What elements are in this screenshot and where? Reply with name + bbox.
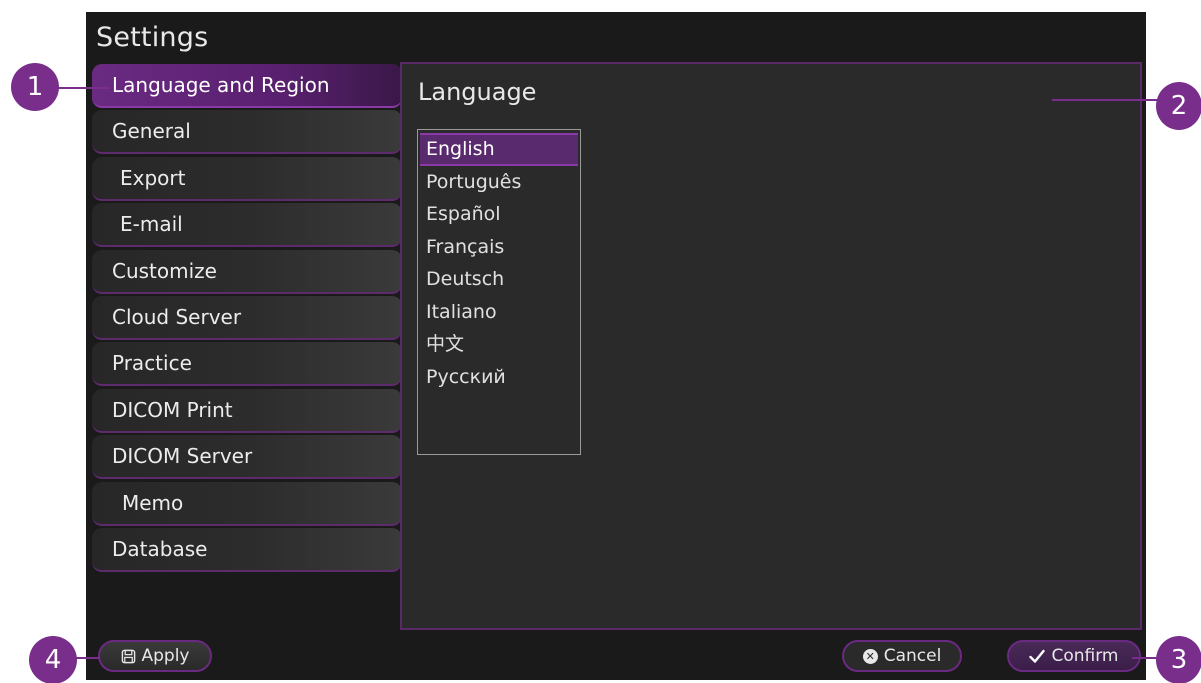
language-option-german[interactable]: Deutsch [420,263,578,296]
sidebar-item-label: Cloud Server [112,304,242,329]
callout-marker-3: 3 [1156,636,1201,683]
sidebar-item-dicom-server[interactable]: DICOM Server [92,435,402,480]
sidebar-item-email[interactable]: E-mail [92,203,402,248]
sidebar-item-database[interactable]: Database [92,527,402,572]
checkmark-icon [1029,649,1046,664]
sidebar-item-label: Database [112,536,208,561]
callout-leader-4 [76,657,100,659]
language-option-french[interactable]: Français [420,231,578,264]
settings-window: Settings Language and Region General Exp… [86,12,1146,680]
language-panel: Language English Português Español Franç… [400,62,1142,630]
callout-leader-3 [1132,657,1158,659]
window-title: Settings [96,22,209,53]
sidebar-item-label: Customize [112,258,217,283]
apply-label: Apply [141,646,190,666]
sidebar-item-label: E-mail [120,212,183,237]
sidebar-item-cloud-server[interactable]: Cloud Server [92,295,402,340]
callout-leader-2 [1052,99,1158,101]
sidebar-item-label: General [112,119,191,144]
sidebar-item-label: Memo [122,490,184,515]
sidebar-item-memo[interactable]: Memo [92,481,402,526]
callout-marker-2: 2 [1156,82,1201,130]
sidebar-item-customize[interactable]: Customize [92,249,402,294]
sidebar-item-language-region[interactable]: Language and Region [92,64,402,108]
language-option-russian[interactable]: Русский [420,361,578,394]
confirm-button[interactable]: Confirm [1007,640,1141,672]
save-icon [121,649,136,664]
close-icon: ✕ [862,648,878,664]
language-list[interactable]: English Português Español Français Deuts… [417,129,581,455]
callout-marker-1: 1 [11,63,59,111]
sidebar-item-label: Export [120,165,186,190]
sidebar-item-label: DICOM Print [112,397,233,422]
language-option-chinese[interactable]: 中文 [420,328,578,361]
sidebar-item-export[interactable]: Export [92,156,402,201]
language-option-spanish[interactable]: Español [420,198,578,231]
confirm-label: Confirm [1051,646,1119,666]
language-option-italian[interactable]: Italiano [420,296,578,329]
sidebar-item-dicom-print[interactable]: DICOM Print [92,388,402,433]
sidebar-item-label: Language and Region [112,73,330,97]
language-option-portuguese[interactable]: Português [420,166,578,199]
sidebar-item-label: DICOM Server [112,444,253,469]
apply-button[interactable]: Apply [98,640,212,672]
sidebar-item-practice[interactable]: Practice [92,342,402,387]
language-option-english[interactable]: English [420,133,578,166]
cancel-button[interactable]: ✕ Cancel [842,640,962,672]
cancel-label: Cancel [883,646,942,666]
callout-leader-1 [58,87,110,89]
settings-sidebar: Language and Region General Export E-mai… [92,64,402,574]
callout-marker-4: 4 [29,636,77,683]
sidebar-item-label: Practice [112,351,192,376]
sidebar-item-general[interactable]: General [92,110,402,155]
panel-title: Language [418,78,537,106]
